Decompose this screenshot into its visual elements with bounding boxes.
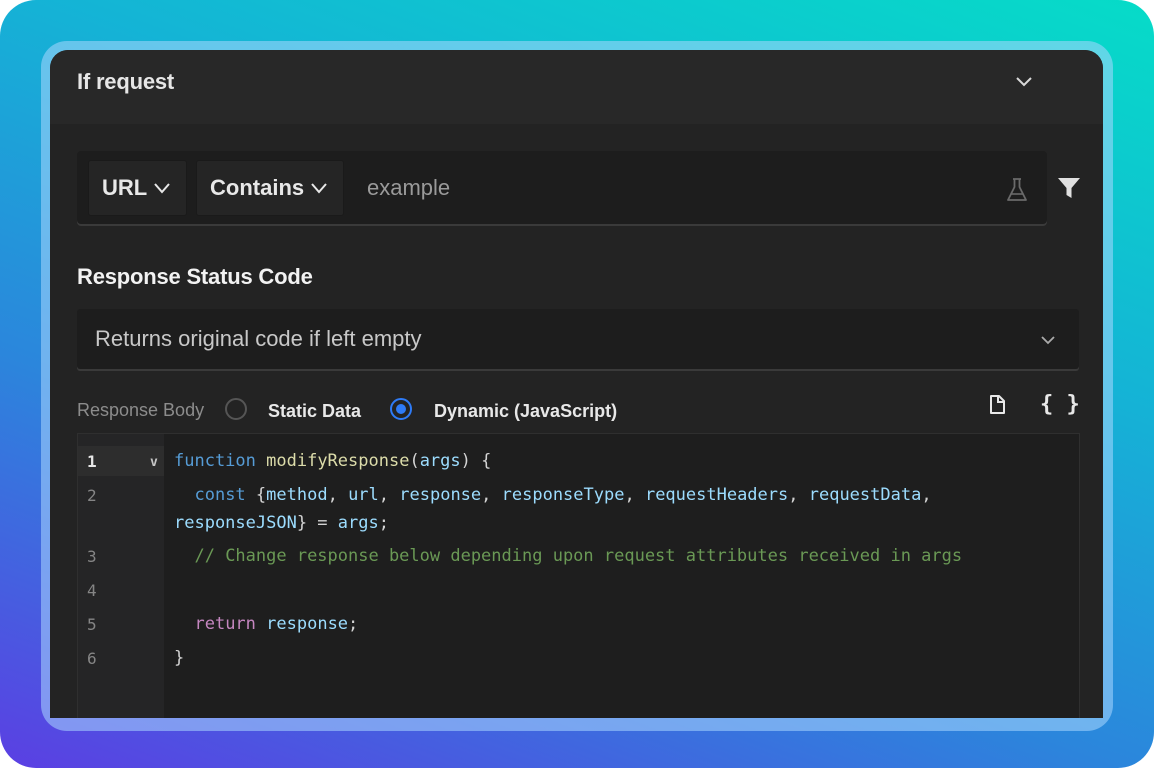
line-number: 4 (87, 581, 97, 600)
dynamic-javascript-radio[interactable] (390, 398, 412, 420)
response-body-label: Response Body (77, 400, 205, 420)
code-line: } (174, 648, 185, 668)
code-line: responseJSON} = args; (174, 513, 389, 533)
source-key-dropdown[interactable]: URL (88, 160, 187, 216)
chevron-down-icon (154, 183, 170, 194)
code-editor[interactable]: 1 v 2 3 4 5 6 function modifyResponse(ar… (77, 433, 1080, 718)
line-number: 5 (87, 615, 97, 634)
code-line: // Change response below depending upon … (194, 546, 963, 566)
flask-icon[interactable] (1005, 177, 1029, 203)
gradient-frame: If request URL Contains example Response… (0, 0, 1154, 768)
fold-chevron-icon[interactable]: v (150, 455, 158, 470)
section-title: If request (77, 69, 175, 94)
code-line: function modifyResponse(args) { (174, 451, 492, 471)
url-pattern-input[interactable]: example (367, 175, 967, 203)
line-number: 1 (87, 452, 97, 471)
status-code-placeholder: Returns original code if left empty (95, 326, 422, 351)
code-line: const {method, url, response, responseTy… (194, 485, 932, 505)
status-code-heading: Response Status Code (77, 264, 313, 289)
source-key-label: URL (102, 175, 148, 200)
static-data-radio[interactable] (225, 398, 247, 420)
dynamic-javascript-label[interactable]: Dynamic (JavaScript) (434, 401, 617, 422)
static-data-label[interactable]: Static Data (268, 401, 361, 422)
code-line: return response; (194, 614, 359, 634)
if-request-header[interactable]: If request (50, 50, 1103, 124)
filter-icon[interactable] (1057, 176, 1081, 200)
line-number: 2 (87, 486, 97, 505)
operator-label: Contains (210, 175, 305, 200)
format-code-button[interactable]: { } (1040, 392, 1080, 417)
radio-selected-dot (396, 404, 406, 414)
line-number: 6 (87, 649, 97, 668)
line-number-gutter: 1 v 2 3 4 5 6 (78, 434, 164, 718)
chevron-up-icon[interactable] (1014, 71, 1034, 91)
line-number: 3 (87, 547, 97, 566)
rule-editor-panel: If request URL Contains example Response… (50, 50, 1103, 718)
status-code-select[interactable]: Returns original code if left empty (77, 309, 1079, 369)
chevron-down-icon (1041, 336, 1055, 345)
operator-dropdown[interactable]: Contains (196, 160, 344, 216)
chevron-down-icon (311, 183, 327, 194)
request-filter-row: URL Contains example (77, 151, 1047, 224)
copy-icon[interactable] (986, 393, 1008, 417)
